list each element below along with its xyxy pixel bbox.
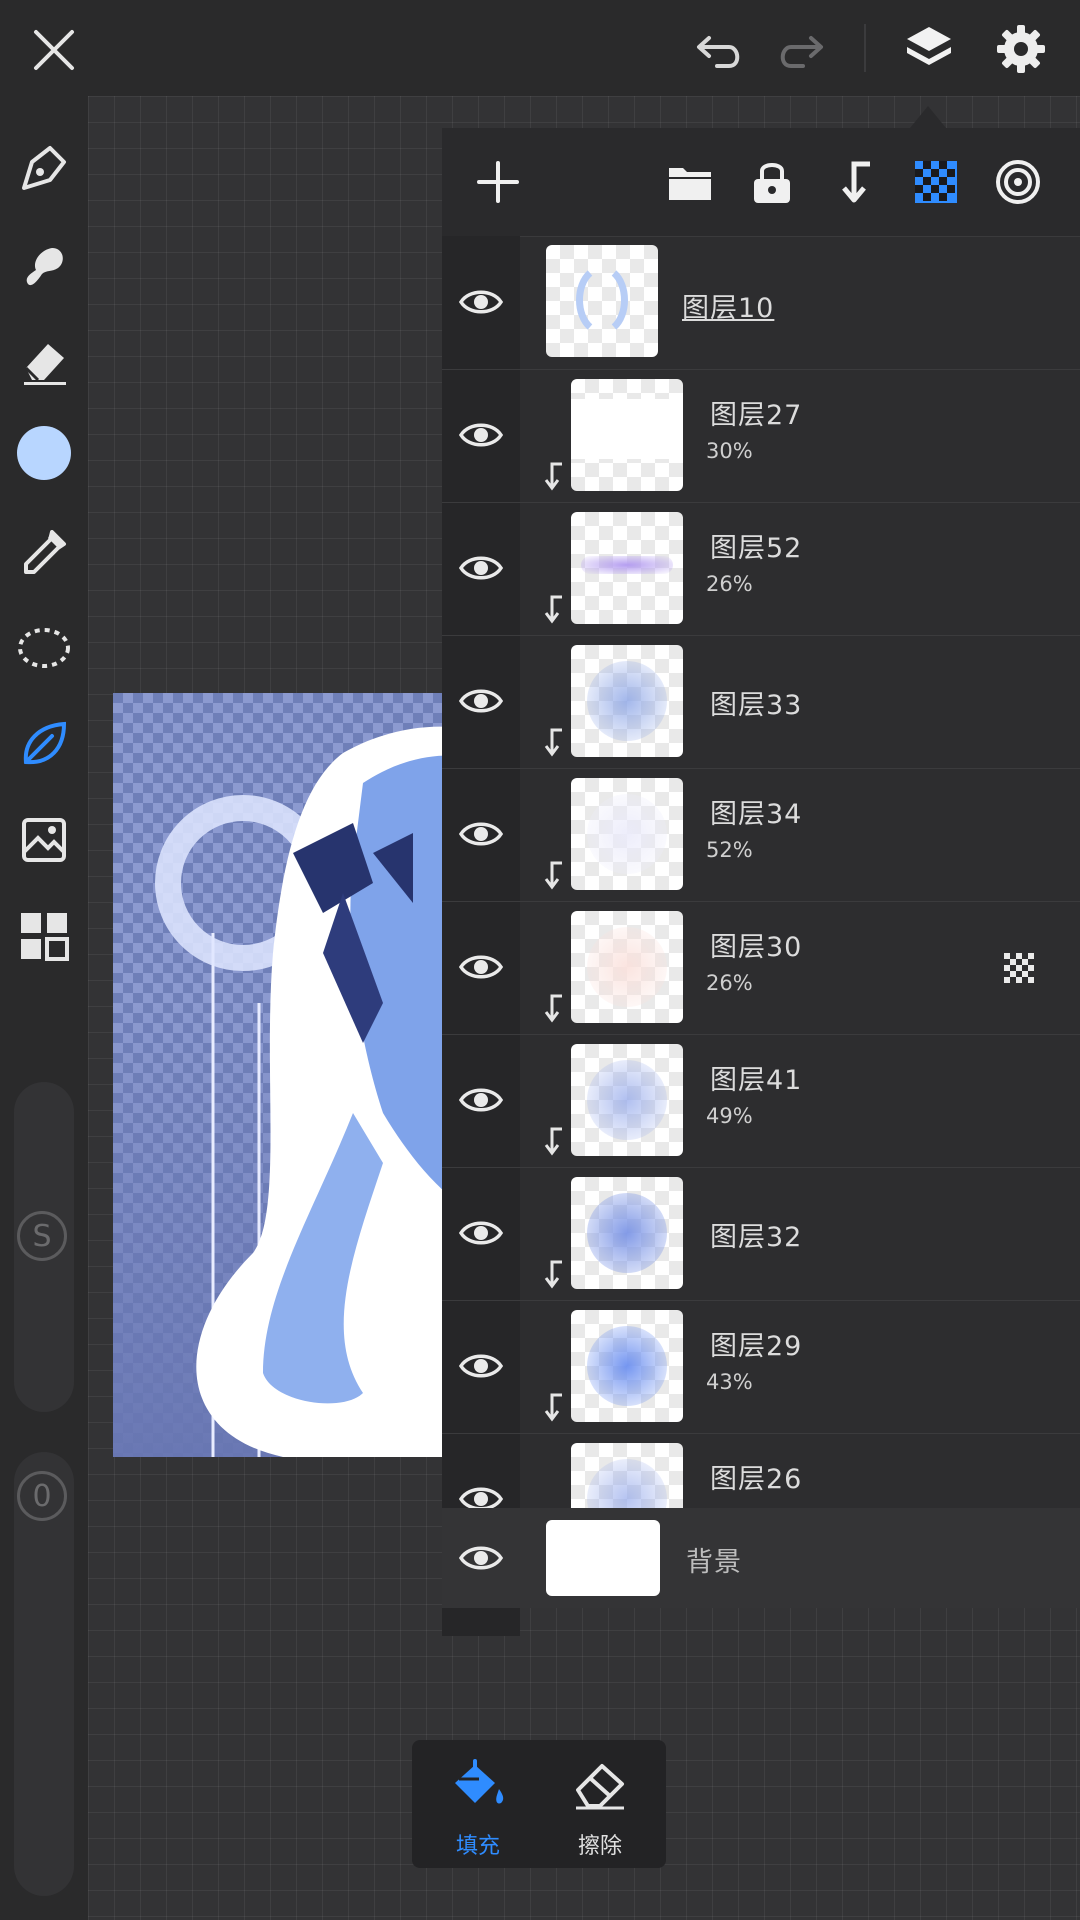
layer-name: 图层41 (710, 1065, 803, 1096)
layer-row[interactable]: 图层32 (442, 1167, 1080, 1301)
eraser-tool-icon[interactable] (14, 332, 74, 392)
folder-icon[interactable] (664, 156, 716, 208)
layer-opacity: 52% (706, 838, 753, 862)
background-layer-name: 背景 (686, 1547, 742, 1578)
layer-thumbnail (571, 1310, 683, 1422)
thumbnail-content (587, 927, 667, 1007)
lock-icon[interactable] (746, 156, 798, 208)
undo-icon[interactable] (692, 24, 748, 76)
layer-thumbnail (571, 778, 683, 890)
eye-icon[interactable] (458, 1346, 504, 1386)
eye-icon[interactable] (458, 1080, 504, 1120)
thumbnail-content (587, 794, 667, 874)
pen-tool-icon[interactable] (14, 138, 74, 198)
layer-name: 图层32 (710, 1222, 803, 1253)
eye-icon[interactable] (458, 814, 504, 854)
thumbnail-content (587, 1060, 667, 1140)
layer-name: 图层52 (710, 533, 803, 564)
layer-row[interactable]: 图层27 30% (442, 369, 1080, 503)
layer-row[interactable]: 图层52 26% (442, 502, 1080, 636)
eye-icon[interactable] (458, 1213, 504, 1253)
clip-arrow-icon (542, 860, 564, 890)
clip-arrow-icon (542, 1392, 564, 1422)
eye-icon[interactable] (458, 548, 504, 588)
layer-thumbnail (571, 1177, 683, 1289)
eye-icon[interactable] (458, 947, 504, 987)
fill-erase-toolbox: 填充 擦除 (412, 1740, 666, 1868)
eye-icon[interactable] (458, 415, 504, 455)
leaf-tool-icon[interactable] (14, 714, 74, 774)
layer-opacity: 30% (706, 439, 753, 463)
clip-arrow-icon (542, 993, 564, 1023)
alpha-lock-icon[interactable] (910, 156, 962, 208)
erase-icon[interactable] (570, 1758, 630, 1814)
smudge-tool-icon[interactable] (14, 236, 74, 296)
layer-thumbnail (571, 911, 683, 1023)
erase-label[interactable]: 擦除 (540, 1828, 660, 1860)
layer-opacity: 43% (706, 1370, 753, 1394)
layer-row[interactable]: 图层34 52% (442, 768, 1080, 902)
grid-menu-icon[interactable] (14, 906, 74, 966)
fill-label[interactable]: 填充 (418, 1828, 538, 1860)
thumbnail-content (587, 661, 667, 741)
add-layer-icon[interactable] (472, 156, 524, 208)
close-icon[interactable] (24, 24, 84, 76)
lasso-selection-icon[interactable] (14, 618, 74, 678)
layer-row[interactable]: 图层33 (442, 635, 1080, 769)
clip-arrow-icon (542, 1259, 564, 1289)
layer-row[interactable]: 图层30 26% (442, 901, 1080, 1035)
layer-opacity: 49% (706, 1104, 753, 1128)
layer-name: 图层34 (710, 799, 803, 830)
clip-arrow-icon (542, 461, 564, 491)
layer-name: 图层26 (710, 1464, 803, 1495)
layer-thumbnail (546, 245, 658, 357)
layer-name: 图层30 (710, 932, 803, 963)
layers-panel-toolbar (442, 128, 1080, 237)
eye-icon[interactable] (458, 1538, 504, 1578)
clip-arrow-icon (542, 1126, 564, 1156)
background-layer-row[interactable]: 背景 (442, 1508, 1080, 1608)
clip-arrow-icon (542, 727, 564, 757)
layer-opacity: 26% (706, 971, 753, 995)
brush-size-badge: S (17, 1211, 67, 1261)
thumbnail-content (587, 1326, 667, 1406)
blend-mode-icon[interactable] (992, 156, 1044, 208)
layer-name: 图层27 (710, 400, 803, 431)
settings-icon[interactable] (992, 20, 1050, 78)
layer-name: 图层29 (710, 1331, 803, 1362)
layer-thumbnail (571, 645, 683, 757)
top-bar (0, 0, 1080, 96)
layers-panel: 图层10 图层27 30% 图层52 26% 图层33 图层34 52% 图层3… (442, 128, 1080, 1636)
layer-row[interactable]: 图层41 49% (442, 1034, 1080, 1168)
clipping-mask-icon[interactable] (828, 156, 880, 208)
fill-bucket-icon[interactable] (448, 1758, 508, 1814)
thumbnail-content (581, 556, 673, 574)
layer-thumbnail (571, 379, 683, 491)
eye-icon[interactable] (458, 282, 504, 322)
layers-icon[interactable] (900, 20, 958, 78)
layer-name: 图层33 (710, 690, 803, 721)
thumbnail-content (587, 1193, 667, 1273)
alpha-lock-indicator-icon (1002, 951, 1036, 985)
brush-opacity-badge: 0 (17, 1471, 67, 1521)
layer-name: 图层10 (682, 293, 775, 324)
thumbnail-content (571, 399, 683, 459)
layer-thumbnail (571, 512, 683, 624)
redo-icon[interactable] (772, 24, 828, 76)
layer-opacity: 26% (706, 572, 753, 596)
left-toolbar: S 0 (0, 96, 88, 1920)
panel-pointer (910, 106, 946, 128)
layer-row[interactable]: 图层29 43% (442, 1300, 1080, 1434)
eyedropper-icon[interactable] (14, 522, 74, 582)
color-swatch[interactable] (17, 426, 71, 480)
toolbar-divider (864, 24, 866, 72)
layer-list[interactable]: 图层10 图层27 30% 图层52 26% 图层33 图层34 52% 图层3… (442, 236, 1080, 1636)
background-thumbnail (546, 1520, 660, 1596)
layer-row[interactable]: 图层10 (442, 236, 1080, 370)
eye-icon[interactable] (458, 681, 504, 721)
import-image-icon[interactable] (14, 810, 74, 870)
clip-arrow-icon (542, 594, 564, 624)
layer-thumbnail (571, 1044, 683, 1156)
